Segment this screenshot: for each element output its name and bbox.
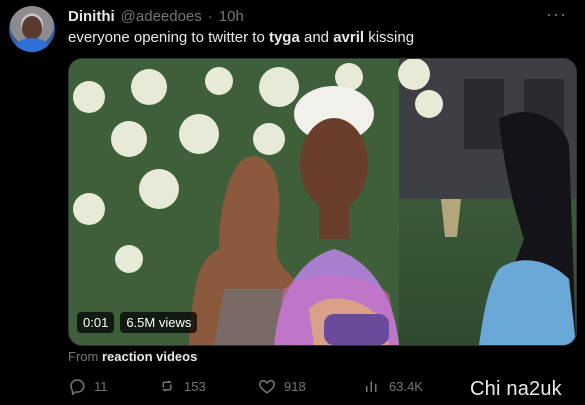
- reply-count: 11: [94, 378, 108, 394]
- author-avatar[interactable]: [9, 6, 55, 52]
- heart-icon: [258, 379, 276, 394]
- video-source: From reaction videos: [68, 349, 197, 364]
- avatar-shirt: [15, 38, 49, 52]
- like-count: 918: [284, 378, 306, 394]
- author-name[interactable]: Dinithi: [68, 8, 115, 25]
- video-views: 6.5M views: [120, 312, 198, 333]
- tweet-text-part: and: [299, 29, 334, 46]
- more-dots-icon[interactable]: ···: [546, 4, 567, 25]
- views-button[interactable]: 63.4K: [363, 377, 423, 395]
- video-frame-illustration: [69, 59, 576, 345]
- reply-icon: [70, 379, 85, 395]
- retweet-icon: [162, 380, 172, 392]
- video-media[interactable]: 0:01 6.5M views: [68, 58, 577, 346]
- reply-button[interactable]: 11: [68, 377, 108, 395]
- video-time: 0:01: [77, 312, 115, 333]
- video-badges: 0:01 6.5M views: [77, 312, 198, 333]
- views-bar-icon: [366, 381, 377, 392]
- tweet-text: everyone opening to twitter to tyga and …: [68, 28, 414, 48]
- author-handle[interactable]: @adeedoes: [121, 8, 202, 25]
- tweet-header: Dinithi @adeedoes · 10h: [68, 6, 244, 26]
- views-count: 63.4K: [389, 378, 423, 394]
- like-button[interactable]: 918: [258, 377, 306, 395]
- avatar-face: [22, 16, 42, 40]
- watermark: Chi na2uk: [470, 378, 562, 400]
- tweet-time[interactable]: 10h: [219, 8, 244, 25]
- tweet-text-part-bold: avril: [333, 29, 365, 46]
- retweet-button[interactable]: 153: [158, 377, 206, 395]
- separator-dot: ·: [207, 7, 213, 25]
- tweet-text-part: everyone opening to twitter to: [68, 29, 269, 46]
- tweet-text-part: kissing: [364, 29, 415, 46]
- source-link[interactable]: reaction videos: [102, 349, 197, 364]
- tweet-text-part-bold: tyga: [268, 29, 300, 46]
- retweet-count: 153: [184, 378, 206, 394]
- from-prefix: From: [68, 349, 102, 364]
